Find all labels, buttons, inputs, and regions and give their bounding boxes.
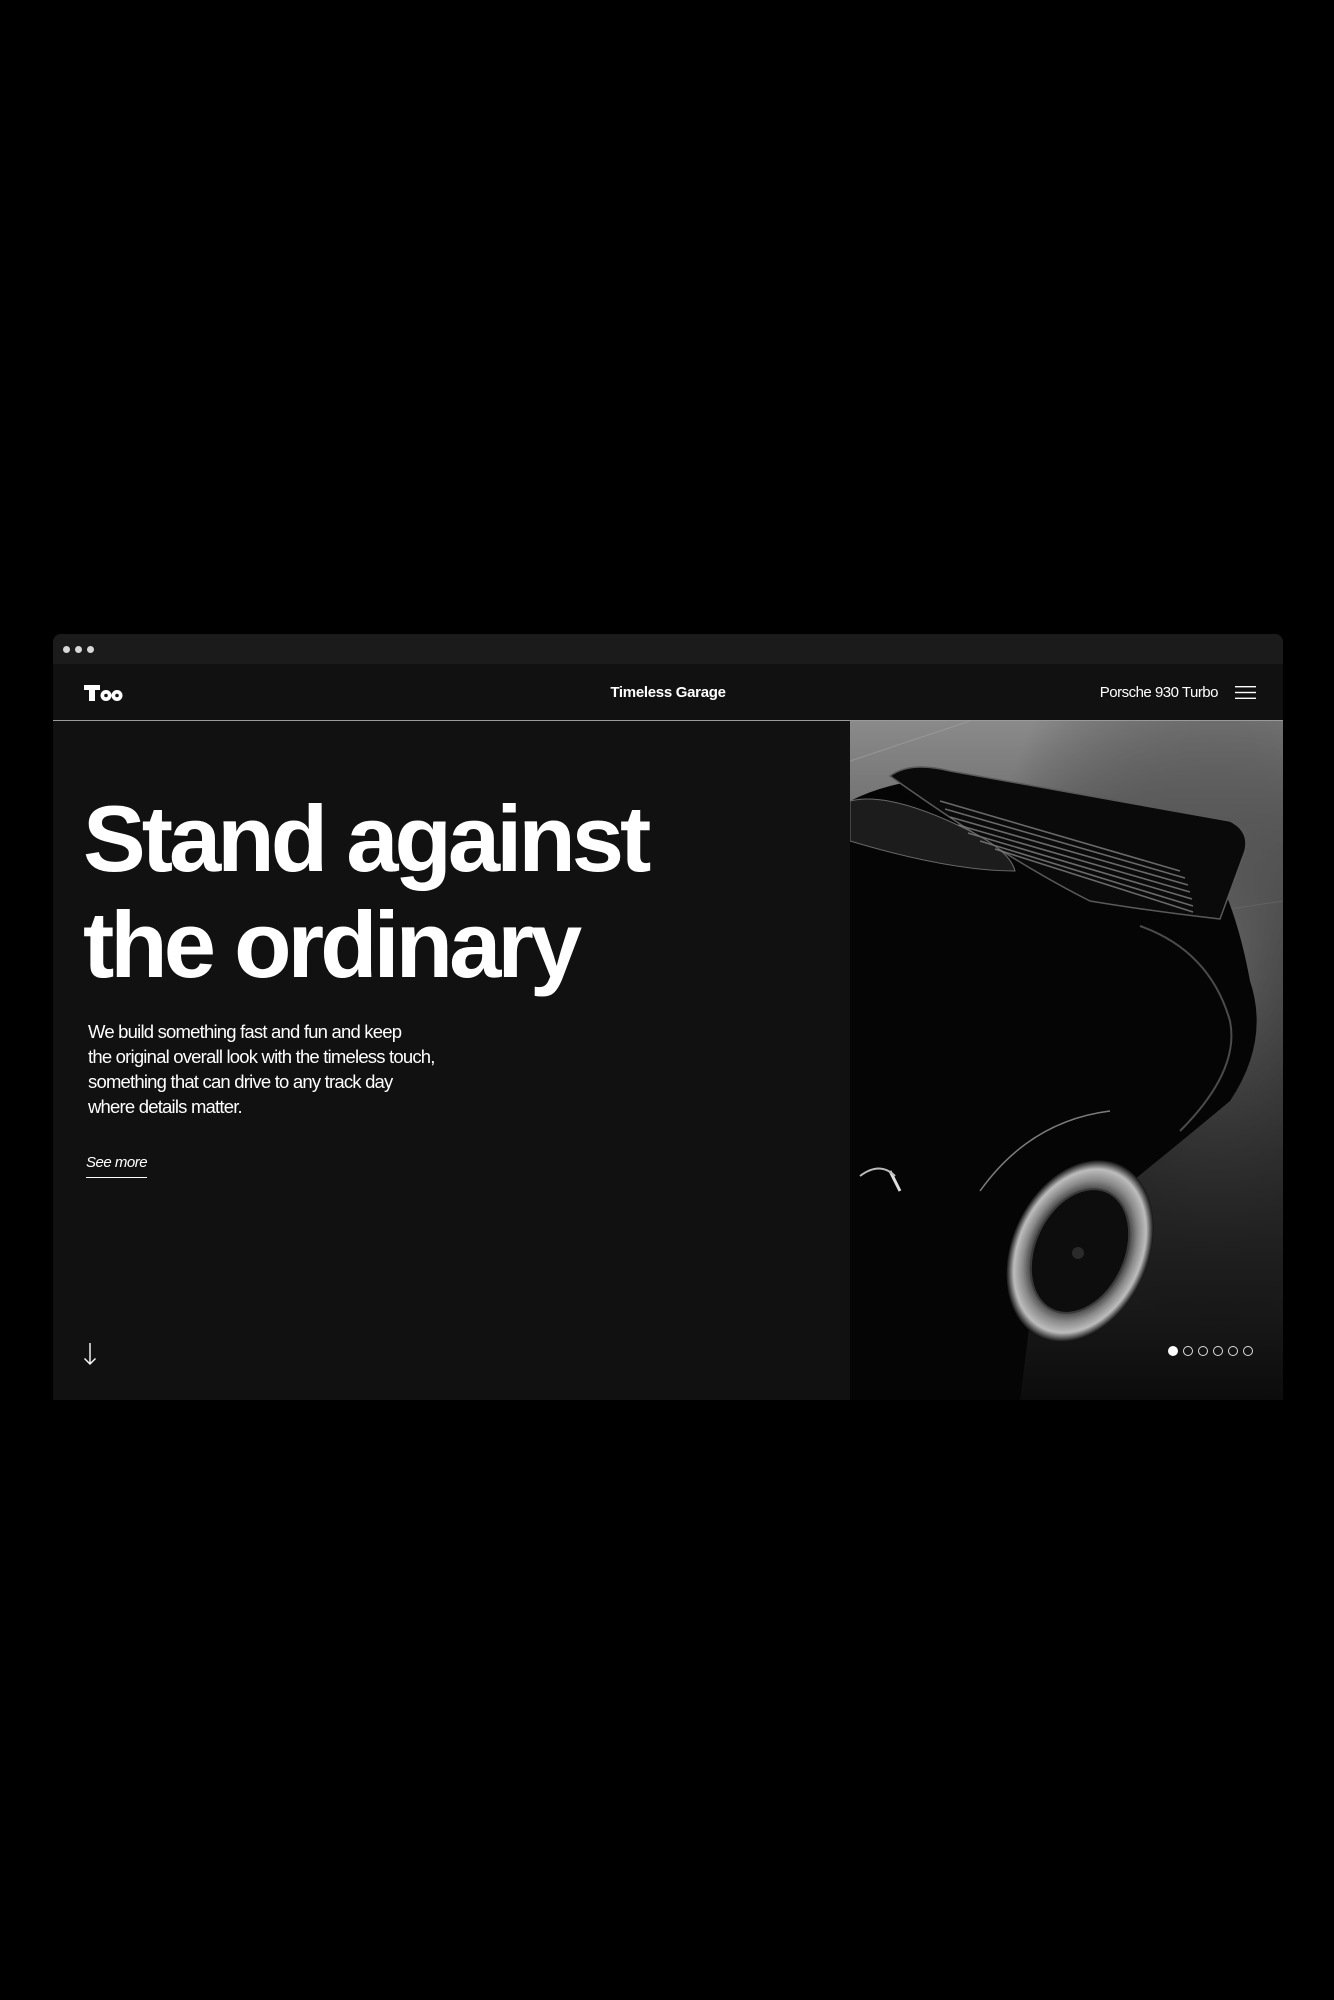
hero-text-panel: Stand against the ordinary We build some… xyxy=(53,721,850,1400)
slide-dot-3[interactable] xyxy=(1198,1346,1208,1356)
slide-dot-5[interactable] xyxy=(1228,1346,1238,1356)
headline-line-1: Stand against xyxy=(83,786,651,891)
window-dot-maximize[interactable] xyxy=(87,645,94,653)
hero-image-panel xyxy=(850,721,1283,1400)
tagline-line: the original overall look with the timel… xyxy=(88,1046,435,1067)
current-model-label: Porsche 930 Turbo xyxy=(1099,684,1219,701)
hero-headline: Stand against the ordinary xyxy=(83,786,651,998)
site-brand-name[interactable]: Timeless Garage xyxy=(53,684,1283,701)
arrow-down-icon[interactable] xyxy=(83,1342,97,1366)
slide-dot-4[interactable] xyxy=(1213,1346,1223,1356)
hero-section: Stand against the ordinary We build some… xyxy=(53,721,1283,1400)
slide-dot-2[interactable] xyxy=(1183,1346,1193,1356)
window-dot-close[interactable] xyxy=(63,645,70,653)
browser-window: Timeless Garage Porsche 930 Turbo Stand … xyxy=(53,634,1283,1400)
porsche-930-turbo-photo xyxy=(850,721,1283,1400)
slide-dot-6[interactable] xyxy=(1243,1346,1253,1356)
tagline-line: something that can drive to any track da… xyxy=(88,1071,393,1092)
hamburger-menu-icon[interactable] xyxy=(1235,685,1256,700)
window-dot-minimize[interactable] xyxy=(75,645,82,653)
see-more-link[interactable]: See more xyxy=(86,1154,148,1178)
headline-line-2: the ordinary xyxy=(83,892,582,997)
slide-pagination xyxy=(1168,1346,1253,1356)
window-chrome xyxy=(53,634,1283,664)
hero-tagline: We build something fast and fun and keep… xyxy=(88,1019,488,1119)
slide-dot-1[interactable] xyxy=(1168,1346,1178,1356)
tagline-line: where details matter. xyxy=(88,1096,243,1117)
tagline-line: We build something fast and fun and keep xyxy=(88,1021,402,1042)
site-header: Timeless Garage Porsche 930 Turbo xyxy=(53,664,1283,721)
